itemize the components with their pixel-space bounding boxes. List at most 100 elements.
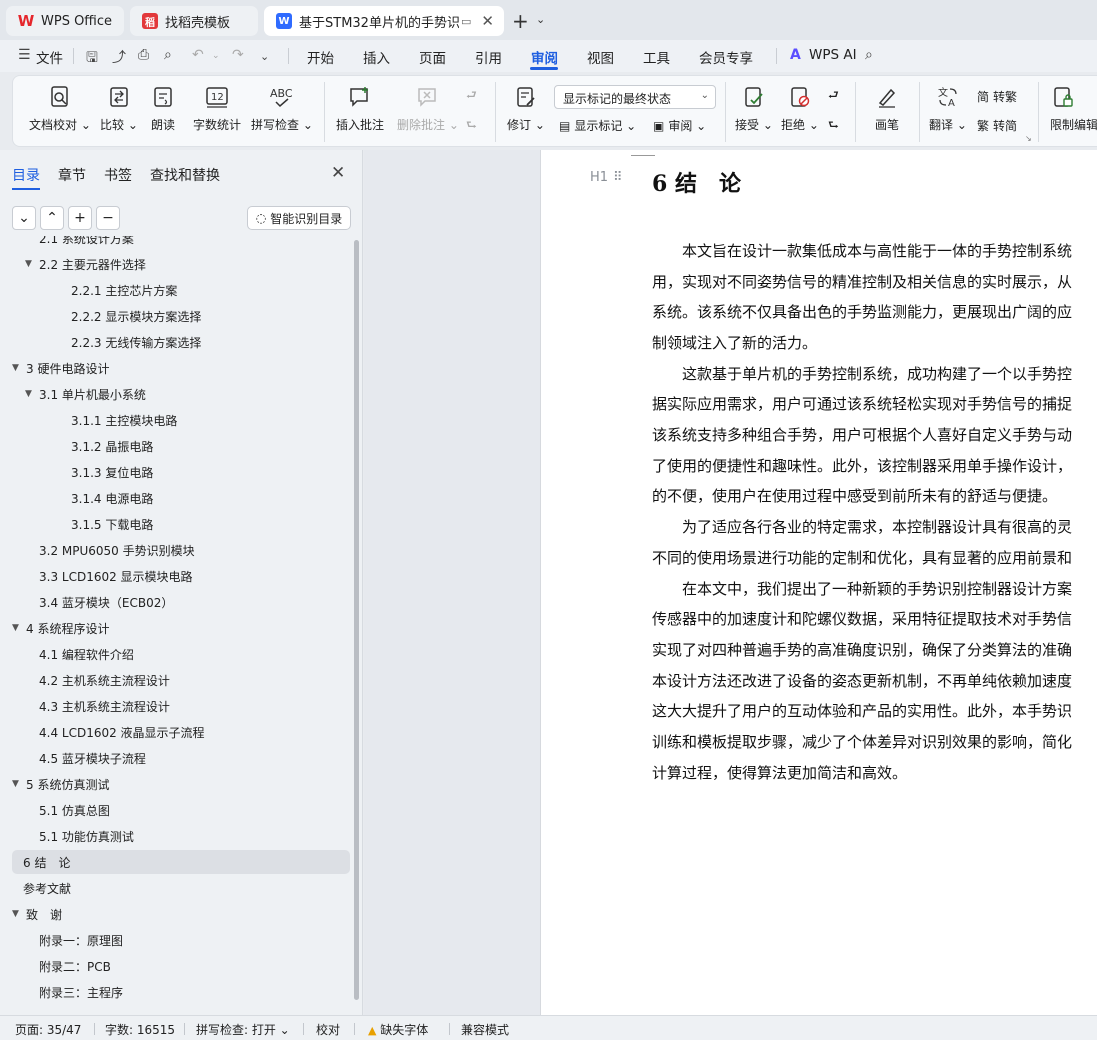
insert-comment-button[interactable]: 插入批注: [336, 84, 384, 133]
menu-reference[interactable]: 引用: [475, 47, 502, 67]
nav-tab-bookmarks[interactable]: 书签: [104, 165, 132, 185]
toc-item[interactable]: 3.3 LCD1602 显示模块电路: [12, 564, 350, 588]
toc-scrollbar[interactable]: [354, 240, 359, 1000]
expand-arrow-icon[interactable]: ▼: [25, 389, 39, 399]
word-count-indicator[interactable]: 字数: 16515: [105, 1021, 175, 1038]
toc-item[interactable]: ▼ 3.1 单片机最小系统: [12, 382, 350, 406]
doc-proof-button[interactable]: 文档校对 ⌄: [29, 84, 91, 133]
compare-button[interactable]: 比较 ⌄: [100, 84, 138, 133]
expand-arrow-icon[interactable]: ▼: [25, 259, 39, 269]
search-icon[interactable]: ⌕: [865, 47, 873, 63]
dialog-launcher-icon[interactable]: ↘: [1025, 134, 1032, 143]
toc-item[interactable]: 4.3 主机系统主流程设计: [12, 694, 350, 718]
toc-item[interactable]: 附录三：主程序: [12, 980, 350, 1004]
next-change-icon[interactable]: ⮑: [828, 116, 839, 137]
translate-button[interactable]: 文A 翻译 ⌄: [929, 84, 967, 133]
close-tab-icon[interactable]: ✕: [481, 12, 494, 30]
more-chevron-icon[interactable]: ⌄: [260, 50, 269, 63]
expand-arrow-icon[interactable]: ▼: [12, 909, 26, 919]
next-comment-icon[interactable]: ⮑: [466, 116, 477, 137]
toc-item[interactable]: 2.2.3 无线传输方案选择: [12, 330, 350, 354]
reject-button[interactable]: 拒绝 ⌄: [781, 84, 819, 133]
screen-cast-icon[interactable]: ▭: [461, 15, 471, 28]
menu-member[interactable]: 会员专享: [699, 47, 753, 67]
toc-item[interactable]: 2.1 系统设计方案: [12, 236, 350, 250]
expand-arrow-icon[interactable]: ▼: [12, 779, 26, 789]
pen-button[interactable]: 画笔: [875, 84, 899, 133]
redo-icon[interactable]: ↷: [232, 47, 244, 63]
remove-heading-button[interactable]: −: [96, 206, 120, 230]
toc-item[interactable]: 3.1.3 复位电路: [12, 460, 350, 484]
smart-toc-button[interactable]: ◌ 智能识别目录: [247, 206, 351, 230]
close-icon[interactable]: ✕: [331, 163, 345, 183]
new-tab-plus-icon[interactable]: +: [512, 9, 529, 33]
share-icon[interactable]: ⤴: [112, 47, 126, 67]
hamburger-icon[interactable]: ☰: [18, 47, 31, 63]
heading-level-marker[interactable]: H1: [590, 170, 608, 185]
restrict-edit-button[interactable]: 限制编辑: [1050, 84, 1097, 133]
undo-icon[interactable]: ↶: [192, 47, 204, 63]
prev-comment-icon[interactable]: ⮐: [466, 86, 477, 107]
menu-wps-ai[interactable]: WPS AI: [809, 47, 857, 63]
menu-view[interactable]: 视图: [587, 47, 614, 67]
add-heading-button[interactable]: +: [68, 206, 92, 230]
toc-item[interactable]: 4.2 主机系统主流程设计: [12, 668, 350, 692]
toc-item[interactable]: 4.1 编程软件介绍: [12, 642, 350, 666]
menu-home[interactable]: 开始: [307, 47, 334, 67]
toc-item[interactable]: 3.1.4 电源电路: [12, 486, 350, 510]
delete-comment-button[interactable]: 删除批注 ⌄: [397, 84, 459, 133]
toc-item[interactable]: ▼ 2.2 主要元器件选择: [12, 252, 350, 276]
accept-button[interactable]: 接受 ⌄: [735, 84, 773, 133]
collapse-up-button[interactable]: ⌃: [40, 206, 64, 230]
toc-item[interactable]: 3.1.2 晶振电路: [12, 434, 350, 458]
track-changes-button[interactable]: 修订 ⌄: [507, 84, 545, 133]
review-pane-button[interactable]: ▣ 审阅 ⌄: [653, 117, 706, 134]
to-simplified-button[interactable]: 繁转简: [977, 117, 1017, 134]
toc-item[interactable]: ▼ 4 系统程序设计: [12, 616, 350, 640]
word-count-button[interactable]: 12 字数统计: [193, 84, 241, 133]
toc-item[interactable]: 3.2 MPU6050 手势识别模块: [12, 538, 350, 562]
markup-mode-select[interactable]: 显示标记的最终状态 ⌄: [554, 85, 716, 109]
expand-arrow-icon[interactable]: ▼: [12, 623, 26, 633]
show-markup-button[interactable]: ▤ 显示标记 ⌄: [559, 117, 636, 134]
toc-item[interactable]: 参考文献: [12, 876, 350, 900]
read-aloud-button[interactable]: 朗读: [151, 84, 175, 133]
menu-file[interactable]: 文件: [36, 47, 63, 67]
toc-item[interactable]: 2.2.2 显示模块方案选择: [12, 304, 350, 328]
menu-tools[interactable]: 工具: [643, 47, 670, 67]
menu-review[interactable]: 审阅: [531, 47, 558, 67]
page-indicator[interactable]: 页面: 35/47: [15, 1021, 81, 1038]
menu-insert[interactable]: 插入: [363, 47, 390, 67]
toc-item[interactable]: 5.1 功能仿真测试: [12, 824, 350, 848]
chevron-down-icon[interactable]: ⌄: [536, 13, 545, 26]
toc-item[interactable]: ▼ 致 谢: [12, 902, 350, 926]
nav-tab-toc[interactable]: 目录: [12, 165, 40, 185]
undo-dropdown-icon[interactable]: ⌄: [212, 51, 220, 61]
tab-current-document[interactable]: W 基于STM32单片机的手势识别 ▭ ✕: [264, 6, 504, 36]
toc-item[interactable]: 4.4 LCD1602 液晶显示子流程: [12, 720, 350, 744]
toc-item[interactable]: 6 结 论: [12, 850, 350, 874]
toc-item[interactable]: 附录一：原理图: [12, 928, 350, 952]
print-preview-icon[interactable]: ⌕: [164, 47, 172, 63]
toc-item[interactable]: 2.2.1 主控芯片方案: [12, 278, 350, 302]
save-icon[interactable]: 🖫: [86, 47, 98, 71]
spell-check-status[interactable]: 拼写检查: 打开 ⌄: [196, 1021, 290, 1038]
tab-wps-office[interactable]: W WPS Office: [6, 6, 124, 36]
to-traditional-button[interactable]: 简转繁: [977, 88, 1017, 105]
toc-item[interactable]: 附录二：PCB: [12, 954, 350, 978]
nav-tab-sections[interactable]: 章节: [58, 165, 86, 185]
missing-font-status[interactable]: ▲ 缺失字体: [368, 1021, 428, 1038]
prev-change-icon[interactable]: ⮐: [828, 86, 839, 107]
menu-page[interactable]: 页面: [419, 47, 446, 67]
nav-tab-find-replace[interactable]: 查找和替换: [150, 165, 220, 185]
toc-item[interactable]: ▼ 5 系统仿真测试: [12, 772, 350, 796]
toc-item[interactable]: 3.4 蓝牙模块（ECB02）: [12, 590, 350, 614]
expand-arrow-icon[interactable]: ▼: [12, 363, 26, 373]
toc-item[interactable]: ▼ 3 硬件电路设计: [12, 356, 350, 380]
drag-handle-icon[interactable]: ⠿: [613, 170, 622, 185]
toc-item[interactable]: 3.1.1 主控模块电路: [12, 408, 350, 432]
toc-item[interactable]: 5.1 仿真总图: [12, 798, 350, 822]
spell-check-button[interactable]: ABC 拼写检查 ⌄: [251, 84, 313, 133]
tab-daoke-template[interactable]: 稻 找稻壳模板: [130, 6, 258, 36]
print-icon[interactable]: ⎙: [138, 47, 149, 63]
